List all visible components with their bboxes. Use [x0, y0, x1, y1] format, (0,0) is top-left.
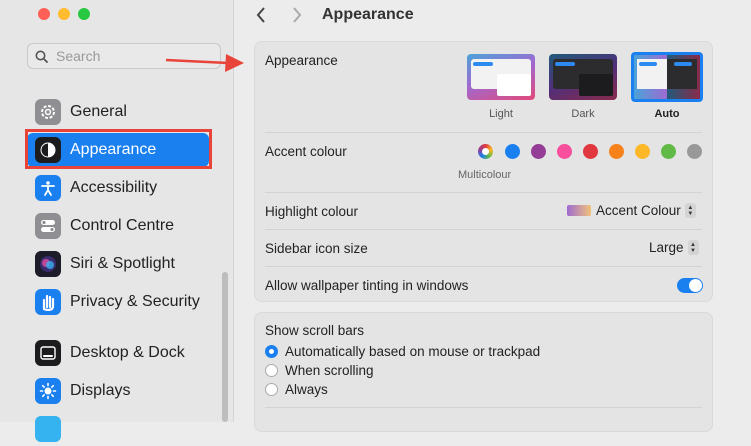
accent-red-swatch[interactable] — [583, 144, 598, 159]
scroll-bars-label: Show scroll bars — [265, 323, 365, 338]
accent-orange-swatch[interactable] — [609, 144, 624, 159]
window-controls — [38, 8, 90, 20]
hand-icon — [35, 289, 61, 315]
sidebar-item-displays[interactable]: Displays — [27, 374, 209, 408]
accent-multicolour-swatch[interactable] — [478, 144, 493, 159]
search-icon — [35, 50, 48, 63]
appearance-icon — [35, 137, 61, 163]
wallpaper-icon — [35, 416, 61, 442]
sidebar-item-partial[interactable] — [27, 412, 209, 446]
divider — [265, 229, 702, 230]
chevron-left-icon — [256, 7, 265, 23]
accent-pink-swatch[interactable] — [557, 144, 572, 159]
divider — [265, 132, 702, 133]
forward-button[interactable] — [292, 6, 302, 29]
divider — [265, 266, 702, 267]
highlight-colour-preview — [567, 205, 591, 216]
radio-button[interactable] — [265, 383, 278, 396]
annotation-arrow-icon — [165, 54, 244, 72]
sidebar-icon-size-popup[interactable]: Large ▲ ▼ — [649, 240, 699, 255]
sidebar-item-label: Appearance — [70, 141, 157, 158]
accent-yellow-swatch[interactable] — [635, 144, 650, 159]
highlight-colour-label: Highlight colour — [265, 204, 359, 219]
accent-blue-swatch[interactable] — [505, 144, 520, 159]
scroll-bars-always-option[interactable]: Always — [265, 382, 328, 397]
sidebar-item-label: Siri & Spotlight — [70, 255, 175, 272]
sidebar-item-label: Displays — [70, 382, 131, 399]
scroll-bars-group: Show scroll bars Automatically based on … — [254, 312, 713, 432]
scroll-bars-auto-option[interactable]: Automatically based on mouse or trackpad — [265, 344, 540, 359]
sidebar-item-siri-spotlight[interactable]: Siri & Spotlight — [27, 247, 209, 281]
appearance-auto-label: Auto — [654, 108, 680, 120]
appearance-label: Appearance — [265, 53, 338, 68]
sidebar-item-label: Desktop & Dock — [70, 344, 185, 361]
accessibility-icon — [35, 175, 61, 201]
accent-purple-swatch[interactable] — [531, 144, 546, 159]
siri-icon — [35, 251, 61, 277]
accent-colour-label: Accent colour — [265, 144, 347, 159]
sidebar-item-label: General — [70, 103, 127, 120]
sun-icon — [35, 378, 61, 404]
dock-icon — [35, 340, 61, 366]
wallpaper-tinting-label: Allow wallpaper tinting in windows — [265, 278, 469, 293]
highlight-colour-value: Accent Colour — [596, 203, 681, 218]
chevron-updown-icon: ▲ ▼ — [684, 203, 696, 218]
radio-button[interactable] — [265, 364, 278, 377]
back-button[interactable] — [256, 6, 266, 29]
appearance-light-label: Light — [489, 108, 513, 120]
radio-label: Always — [285, 382, 328, 397]
main-pane: Appearance Appearance Light Dark Auto Ac… — [165, 0, 751, 432]
radio-label: When scrolling — [285, 363, 374, 378]
gear-icon — [35, 99, 61, 125]
sidebar-item-accessibility[interactable]: Accessibility — [27, 171, 209, 205]
divider — [265, 192, 702, 193]
appearance-auto-option[interactable] — [631, 52, 703, 102]
chevron-updown-icon: ▲ ▼ — [687, 240, 699, 255]
divider — [265, 407, 702, 408]
minimize-window-button[interactable] — [58, 8, 70, 20]
accent-green-swatch[interactable] — [661, 144, 676, 159]
close-window-button[interactable] — [38, 8, 50, 20]
sidebar-item-label: Control Centre — [70, 217, 175, 234]
page-title: Appearance — [322, 6, 414, 23]
appearance-light-option[interactable] — [467, 54, 535, 100]
appearance-dark-option[interactable] — [549, 54, 617, 100]
accent-caption: Multicolour — [458, 169, 512, 181]
sidebar-item-appearance[interactable]: Appearance — [27, 133, 209, 167]
sidebar-item-privacy-security[interactable]: Privacy & Security — [27, 285, 209, 319]
sidebar-item-desktop-dock[interactable]: Desktop & Dock — [27, 336, 209, 370]
sidebar-item-label: Privacy & Security — [70, 293, 200, 310]
accent-graphite-swatch[interactable] — [687, 144, 702, 159]
zoom-window-button[interactable] — [78, 8, 90, 20]
radio-label: Automatically based on mouse or trackpad — [285, 344, 541, 359]
sidebar-scrollbar[interactable] — [222, 272, 228, 422]
sidebar-icon-size-label: Sidebar icon size — [265, 241, 368, 256]
highlight-colour-popup[interactable]: Accent Colour ▲ ▼ — [567, 203, 696, 218]
sidebar-item-control-centre[interactable]: Control Centre — [27, 209, 209, 243]
appearance-dark-label: Dark — [571, 108, 595, 120]
sidebar-item-general[interactable]: General — [27, 95, 209, 129]
appearance-settings-group: Appearance Light Dark Auto Accent colour — [254, 41, 713, 302]
scroll-bars-when-scrolling-option[interactable]: When scrolling — [265, 363, 374, 378]
sidebar-icon-size-value: Large — [649, 240, 684, 255]
radio-button[interactable] — [265, 345, 278, 358]
wallpaper-tinting-toggle[interactable] — [677, 278, 703, 293]
chevron-right-icon — [293, 7, 302, 23]
sidebar-item-label: Accessibility — [70, 179, 158, 196]
control-centre-icon — [35, 213, 61, 239]
